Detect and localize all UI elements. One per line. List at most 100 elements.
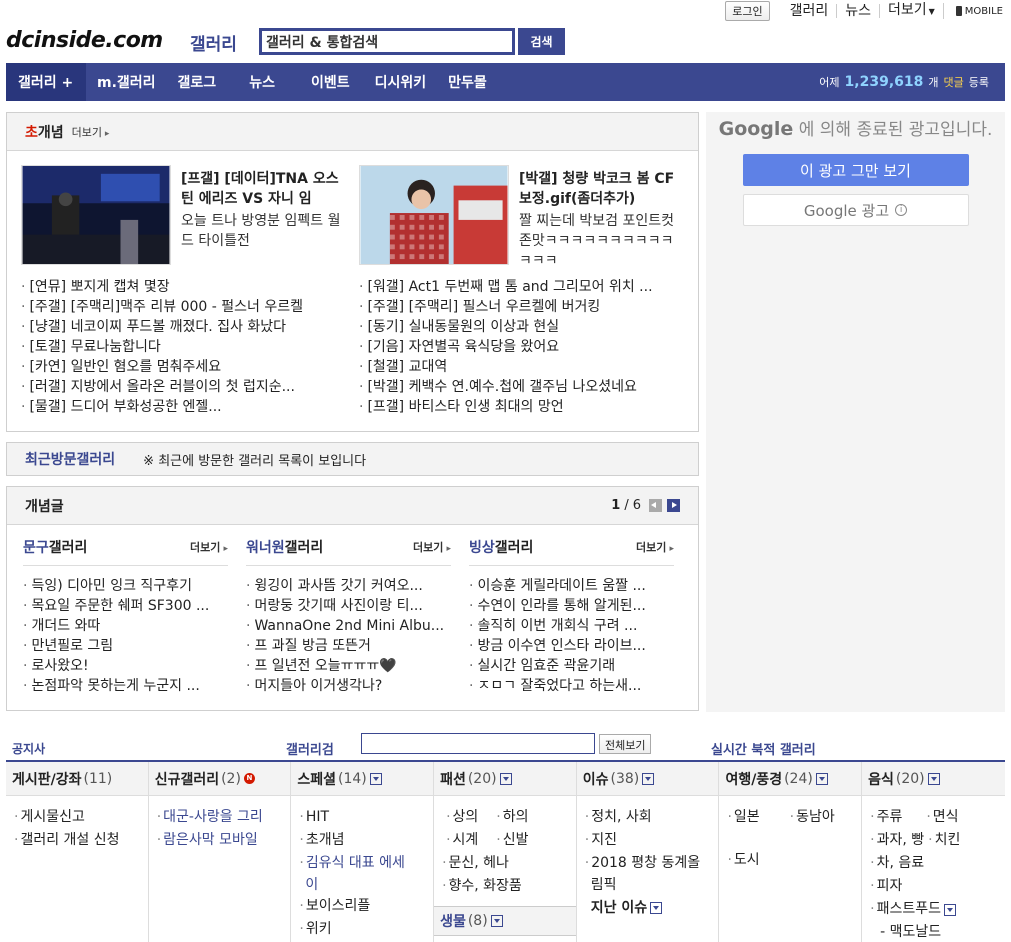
category-item[interactable]: 대군-사랑을 그리 bbox=[157, 806, 283, 829]
list-item[interactable]: 머랑둥 갓기때 사진이랑 티... bbox=[246, 596, 451, 616]
list-item[interactable]: [박갤] 케백수 연.예수.첩에 갤주님 나오셨네요 bbox=[359, 377, 684, 397]
category-item[interactable]: 피자 bbox=[870, 875, 997, 898]
list-item[interactable]: 실시간 임효준 곽윤기래 bbox=[469, 656, 674, 676]
list-item[interactable]: [동기] 실내동물원의 이상과 현실 bbox=[359, 317, 684, 337]
category-header[interactable]: 이슈 (38) bbox=[576, 762, 719, 796]
search-input[interactable]: 갤러리 & 통합검색 bbox=[259, 28, 515, 55]
site-logo[interactable]: dcinside.com bbox=[6, 28, 163, 53]
feature-thumbnail[interactable] bbox=[359, 165, 509, 265]
category-item[interactable]: 하의 bbox=[496, 806, 529, 829]
category-item[interactable]: 게시물신고 bbox=[14, 806, 140, 829]
feature-title[interactable]: [박갤] 청량 박코크 봄 CF 보정.gif(좀더추가) bbox=[519, 169, 684, 209]
category-item[interactable]: 지진 bbox=[585, 829, 711, 852]
feature-post[interactable]: [프갤] [데이터]TNA 오스틴 에리즈 VS 자니 임 오늘 트나 방영분 … bbox=[21, 165, 351, 269]
dropdown-icon[interactable] bbox=[650, 902, 663, 914]
gallery-name[interactable]: 워너원 bbox=[246, 537, 285, 557]
dropdown-icon[interactable] bbox=[943, 903, 956, 916]
category-item[interactable]: 주류 bbox=[870, 806, 903, 829]
category-header[interactable]: 신규갤러리 (2) N bbox=[148, 762, 291, 796]
category-item-wrap[interactable]: 이 bbox=[299, 875, 425, 895]
category-item[interactable]: 문신, 헤나 bbox=[442, 852, 568, 875]
nav-event[interactable]: 이벤트 bbox=[297, 72, 364, 92]
category-item[interactable]: 김유식 대표 에세 bbox=[299, 852, 425, 875]
mobile-link[interactable]: MOBILE bbox=[955, 6, 1003, 17]
list-item[interactable]: [주갤] [주맥리]맥주 리뷰 000 - 펄스너 우르켈 bbox=[21, 297, 341, 317]
list-item[interactable]: 목요일 주문한 쉐퍼 SF300 ... bbox=[23, 596, 228, 616]
nav-dcwiki[interactable]: 디시위키 bbox=[364, 72, 438, 92]
gallery-name[interactable]: 문구 bbox=[23, 537, 49, 557]
list-item[interactable]: [토갤] 무료나눔합니다 bbox=[21, 337, 341, 357]
category-item[interactable]: 보이스리플 bbox=[299, 895, 425, 918]
list-item[interactable]: [카연] 일반인 혐오를 멈춰주세요 bbox=[21, 357, 341, 377]
list-item[interactable]: 프 과질 방금 또뜬거 bbox=[246, 636, 451, 656]
category-item[interactable]: 치킨 bbox=[928, 829, 961, 852]
list-item[interactable]: [연뮤] 뽀지게 캡쳐 몇장 bbox=[21, 277, 341, 297]
list-item[interactable]: 윙깅이 과사뜸 갓기 커여오... bbox=[246, 576, 451, 596]
feature-post[interactable]: [박갤] 청량 박코크 봄 CF 보정.gif(좀더추가) 짤 찌는데 박보검 … bbox=[359, 165, 689, 269]
list-item[interactable]: 방금 이수연 인스타 라이브... bbox=[469, 636, 674, 656]
list-item[interactable]: ㅈㅁㄱ 잘죽었다고 하는새... bbox=[469, 676, 674, 696]
category-item[interactable]: 상의 bbox=[442, 806, 479, 829]
stop-ad-button[interactable]: 이 광고 그만 보기 bbox=[742, 154, 969, 186]
top-link-more[interactable]: 더보기 ▼ bbox=[880, 3, 944, 19]
category-item[interactable]: 패스트푸드 bbox=[870, 898, 997, 921]
category-item[interactable]: 초개념 bbox=[299, 829, 425, 852]
category-header[interactable]: 음식 (20) bbox=[862, 762, 1005, 796]
next-page-icon[interactable] bbox=[667, 499, 680, 512]
category-item[interactable]: HIT bbox=[299, 806, 425, 829]
list-item[interactable]: 솔직히 이번 개회식 구려 ... bbox=[469, 616, 674, 636]
category-header[interactable]: 스페셜 (14) bbox=[291, 762, 434, 796]
category-header[interactable]: 여행/풍경 (24) bbox=[719, 762, 862, 796]
dropdown-icon[interactable] bbox=[369, 772, 382, 785]
category-item[interactable]: 위키 bbox=[299, 918, 425, 941]
category-item[interactable]: 정치, 사회 bbox=[585, 806, 711, 829]
list-item[interactable]: 이승훈 게릴라데이트 움짤 ... bbox=[469, 576, 674, 596]
prev-page-icon[interactable] bbox=[649, 499, 662, 512]
nav-m-gallery[interactable]: m.갤러리 bbox=[86, 72, 167, 92]
list-item[interactable]: 득잉) 디아민 잉크 직구후기 bbox=[23, 576, 228, 596]
category-item[interactable]: 람은사막 모바일 bbox=[157, 829, 283, 852]
nav-mandumall[interactable]: 만두몰 bbox=[437, 72, 498, 92]
list-item[interactable]: [러갤] 지방에서 올라온 러블이의 첫 럽지순... bbox=[21, 377, 341, 397]
dropdown-icon[interactable] bbox=[499, 772, 512, 785]
list-item[interactable]: [철갤] 교대역 bbox=[359, 357, 684, 377]
category-item[interactable]: 도시 bbox=[727, 849, 853, 872]
nav-news[interactable]: 뉴스 bbox=[227, 72, 297, 92]
past-issue-link[interactable]: 지난 이슈 bbox=[585, 895, 711, 921]
dropdown-icon[interactable] bbox=[815, 772, 828, 785]
google-ads-button[interactable]: Google 광고 i bbox=[742, 194, 969, 226]
list-item[interactable]: [프갤] 바티스타 인생 최대의 망언 bbox=[359, 397, 684, 417]
nav-gallery-plus[interactable]: 갤러리 + bbox=[6, 63, 86, 101]
dropdown-icon[interactable] bbox=[642, 772, 655, 785]
realtime-busy-gallery[interactable]: 실시간 북적 갤러리 bbox=[711, 739, 816, 758]
gallery-search-input[interactable] bbox=[361, 733, 595, 754]
more-link[interactable]: 더보기 bbox=[190, 539, 228, 555]
dropdown-icon[interactable] bbox=[490, 915, 503, 927]
category-header[interactable]: 게시판/강좌 (11) bbox=[6, 762, 148, 796]
feature-title[interactable]: [프갤] [데이터]TNA 오스틴 에리즈 VS 자니 임 bbox=[181, 169, 346, 209]
category-item[interactable]: 갤러리 개설 신청 bbox=[14, 829, 140, 852]
category-item[interactable]: 일본 bbox=[727, 806, 760, 829]
category-item[interactable]: 신발 bbox=[496, 829, 529, 852]
dropdown-icon[interactable] bbox=[927, 772, 940, 785]
list-item[interactable]: [물갤] 드디어 부화성공한 엔젤... bbox=[21, 397, 341, 417]
category-sub-header[interactable]: 생물 (8) bbox=[434, 906, 576, 936]
gallery-name[interactable]: 빙상 bbox=[469, 537, 495, 557]
category-item[interactable]: 면식 bbox=[926, 806, 959, 829]
feature-thumbnail[interactable] bbox=[21, 165, 171, 265]
top-link-gallery[interactable]: 갤러리 bbox=[782, 4, 838, 18]
category-item[interactable]: 차, 음료 bbox=[870, 852, 997, 875]
list-item[interactable]: WannaOne 2nd Mini Albu... bbox=[246, 616, 451, 636]
more-link[interactable]: 더보기 bbox=[636, 539, 674, 555]
more-link[interactable]: 더보기 bbox=[413, 539, 451, 555]
list-item[interactable]: 논점파악 못하는게 누군지 ... bbox=[23, 676, 228, 696]
list-item[interactable]: [워갤] Act1 두번째 맵 톰 and 그리모어 위치 ... bbox=[359, 277, 684, 297]
top-link-news[interactable]: 뉴스 bbox=[837, 4, 880, 18]
list-item[interactable]: 프 일년전 오늘ㅠㅠㅠ🖤 bbox=[246, 656, 451, 676]
list-item[interactable]: 만년필로 그림 bbox=[23, 636, 228, 656]
category-item[interactable]: 향수, 화장품 bbox=[442, 875, 568, 898]
list-item[interactable]: 로사왔오! bbox=[23, 656, 228, 676]
category-header[interactable]: 패션 (20) bbox=[434, 762, 576, 796]
nav-gallog[interactable]: 갤로그 bbox=[167, 72, 228, 92]
list-item[interactable]: 수연이 인라를 통해 알게된... bbox=[469, 596, 674, 616]
